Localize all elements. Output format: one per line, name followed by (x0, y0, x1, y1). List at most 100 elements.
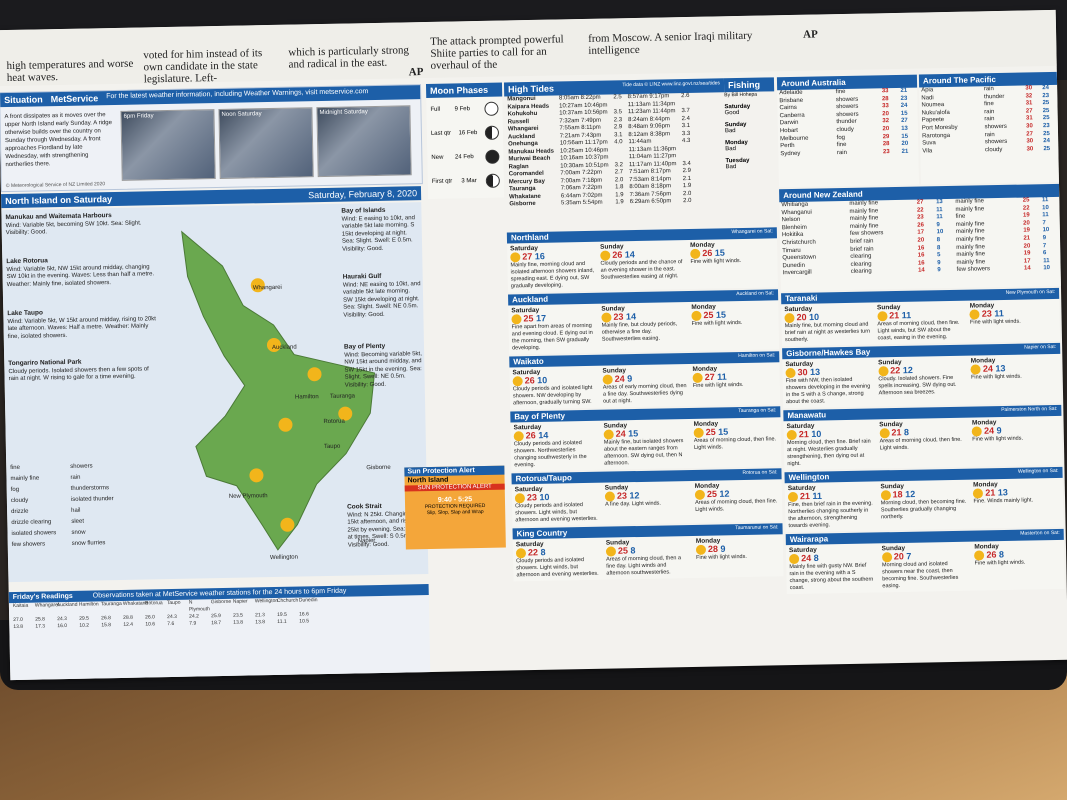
sun-protection-alert: Sun Protection Alert North Island SUN PR… (404, 465, 506, 550)
day-forecast: Monday 23 11 Fine with light winds. (967, 299, 1060, 343)
australia-table: Adelaide fine 33 21 Brisbane showers 28 23 Cairn… (777, 88, 918, 159)
low-temp: 10 (1043, 265, 1051, 272)
high-temp: 23 (981, 308, 992, 319)
day-forecast: Sunday 18 12 Morning cloud, then becoming … (877, 480, 971, 531)
min-temp: 13.8 (255, 619, 266, 626)
region-days: Saturday 23 10 Cloudy periods and isolated… (512, 479, 783, 526)
fishing-day: Sunday (724, 121, 747, 129)
forecast-body: Wind: E easing to 10kt, and variable 5kt… (341, 214, 415, 253)
high-temp: 24 (801, 553, 812, 564)
high-temp: 21 (891, 427, 902, 438)
sun-icon (974, 550, 985, 561)
day-text: Fine with light winds. (974, 559, 1026, 567)
low-temp: 9 (937, 267, 941, 274)
forecast-body: Wind: Variable 5kt, becoming SW 10kt. Se… (5, 219, 142, 237)
min-temp: 13.8 (13, 623, 24, 631)
forecast-title: Tongariro National Park (8, 358, 82, 368)
legend-item: few showers (11, 541, 46, 549)
moon-icon (484, 101, 499, 116)
day-forecast: Monday 24 9 Fine with light winds. (969, 416, 1063, 467)
forecast-body: Wind: NE easing to 10kt, and variable 5k… (342, 280, 421, 319)
high-temp: 23 (616, 490, 628, 501)
high-temp: 21 (799, 491, 811, 502)
region-days: Saturday 24 8 Mainly fine with gusty NW. B… (786, 540, 1065, 594)
day-text: Mainly fine, but morning cloud and brief… (784, 321, 871, 344)
region-name: Northland (510, 232, 549, 243)
low-temp: 15 (714, 247, 725, 258)
moon-phase-name: Last qtr (430, 130, 451, 137)
low-temp: 10 (537, 375, 548, 386)
sun-icon (600, 250, 611, 261)
min-temp: 12.4 (123, 621, 134, 628)
place-label: Taupo (323, 443, 341, 451)
station-name: Chchurch (276, 597, 299, 604)
high-temp: 24 (983, 425, 995, 436)
region-sun-info: Masterton on Sat: (1020, 529, 1060, 537)
high-temp: 26 (702, 247, 713, 259)
sun-icon (785, 367, 796, 379)
region-sun-info: Rotorua on Sat: (742, 469, 778, 477)
high-temp: 24 (982, 363, 993, 374)
sun-icon (787, 491, 799, 503)
day-forecast: Saturday 22 8 Cloudy periods and isolated … (513, 538, 604, 582)
tides-title: High Tides (507, 83, 555, 95)
day-forecast: Saturday 21 11 Fine, then brief rain in th… (785, 481, 879, 532)
station-name: Whangarei (34, 602, 60, 609)
day-forecast: Sunday 26 14 Cloudy periods and the chance… (597, 240, 688, 291)
moon-phase-date: 24 Feb (454, 154, 474, 161)
place-label: Hamilton (294, 394, 319, 401)
day-text: Fine with light winds. (696, 553, 747, 561)
moon-row: New 24 Feb (427, 145, 503, 170)
day-text: Fine with light winds. (970, 373, 1022, 381)
low-temp: 12 (629, 490, 640, 501)
region-days: Saturday 30 13 Fine with NW, then isolated… (782, 354, 1061, 408)
sun-icon (691, 310, 702, 321)
article-text-mid2: which is particularly strong and radical… (288, 44, 410, 71)
sun-icon (514, 493, 526, 504)
station-name: Kaitaia (12, 602, 29, 610)
region-forecast: Rotorua/Taupo Rotorua on Sat: Saturday 23 1… (511, 468, 783, 527)
north-island-map: Manukau and Waitemata Harbours Wind: Vari… (1, 202, 429, 583)
place-label: Napier (357, 538, 376, 545)
day-forecast: Sunday 25 8 Areas of morning cloud, then a… (603, 536, 694, 580)
low-temp: 8 (903, 427, 910, 438)
sun-icon (695, 544, 707, 555)
station-name: Gisborne (210, 598, 232, 606)
min-temp: 18.7 (211, 620, 222, 627)
article-text-mid4: from Moscow. A senior Iraqi military int… (588, 29, 753, 57)
sun-icon (692, 372, 703, 383)
low-temp: 10 (539, 492, 550, 503)
forecast-title: Manukau and Waitemata Harbours (5, 212, 112, 222)
day-text: Fine with light winds. (692, 381, 744, 389)
sun-icon (971, 426, 983, 437)
day-forecast: Monday 26 15 Fine with light winds. (687, 238, 778, 289)
region-forecast: Manawatu Palmerston North on Sat: Saturday… (783, 404, 1063, 471)
moon-phase-date: 16 Feb (458, 130, 478, 137)
city-row: Vila cloudy 30 25 (920, 146, 1058, 156)
region-sun-info: Whangarei on Sat: (731, 228, 773, 236)
region-sun-info: Auckland on Sat: (736, 290, 775, 298)
nz-table: Whitianga mainly fine 27 13 mainly fine 25 11 W… (779, 197, 1060, 278)
regions-column-left: Northland Whangarei on Sat: Saturday 27 16 M… (506, 227, 784, 583)
metservice-logo: MetService (50, 93, 99, 105)
day-text: Fine with light winds. (690, 257, 742, 265)
day-text: Areas of morning cloud, then fine. Light… (879, 436, 962, 452)
high-temp: 26 (525, 430, 536, 441)
day-text: Fine with light winds. (972, 435, 1024, 443)
min-temp: 7.6 (167, 620, 175, 628)
low-temp: 9 (627, 373, 633, 384)
sun-icon (694, 489, 706, 500)
day-forecast: Saturday 25 17 Fine apart from areas of mo… (508, 304, 599, 355)
tide-value: 6:29am 6:50pm (629, 198, 672, 206)
sun-icon (690, 248, 701, 259)
article-text-left: high temperatures and worse heat waves. (6, 57, 134, 85)
moon-phases: Moon Phases Full 9 Feb Last qtr 16 Feb New 24… (425, 82, 505, 199)
sun-icon (515, 548, 527, 559)
station-name: N Plymouth (188, 599, 210, 613)
bay-of-plenty-forecast: Bay of Plenty Wind: Becoming variable 5kt… (344, 342, 423, 389)
day-text: Mainly fine, but cloudy periods, otherwi… (601, 321, 678, 343)
forecast-body: Wind: Variable 5kt, NW 15kt around midda… (6, 263, 155, 288)
region-name: King Country (516, 528, 568, 539)
low-temp: 11 (994, 308, 1004, 319)
day-forecast: Saturday 30 13 Fine with NW, then isolated… (782, 357, 876, 408)
